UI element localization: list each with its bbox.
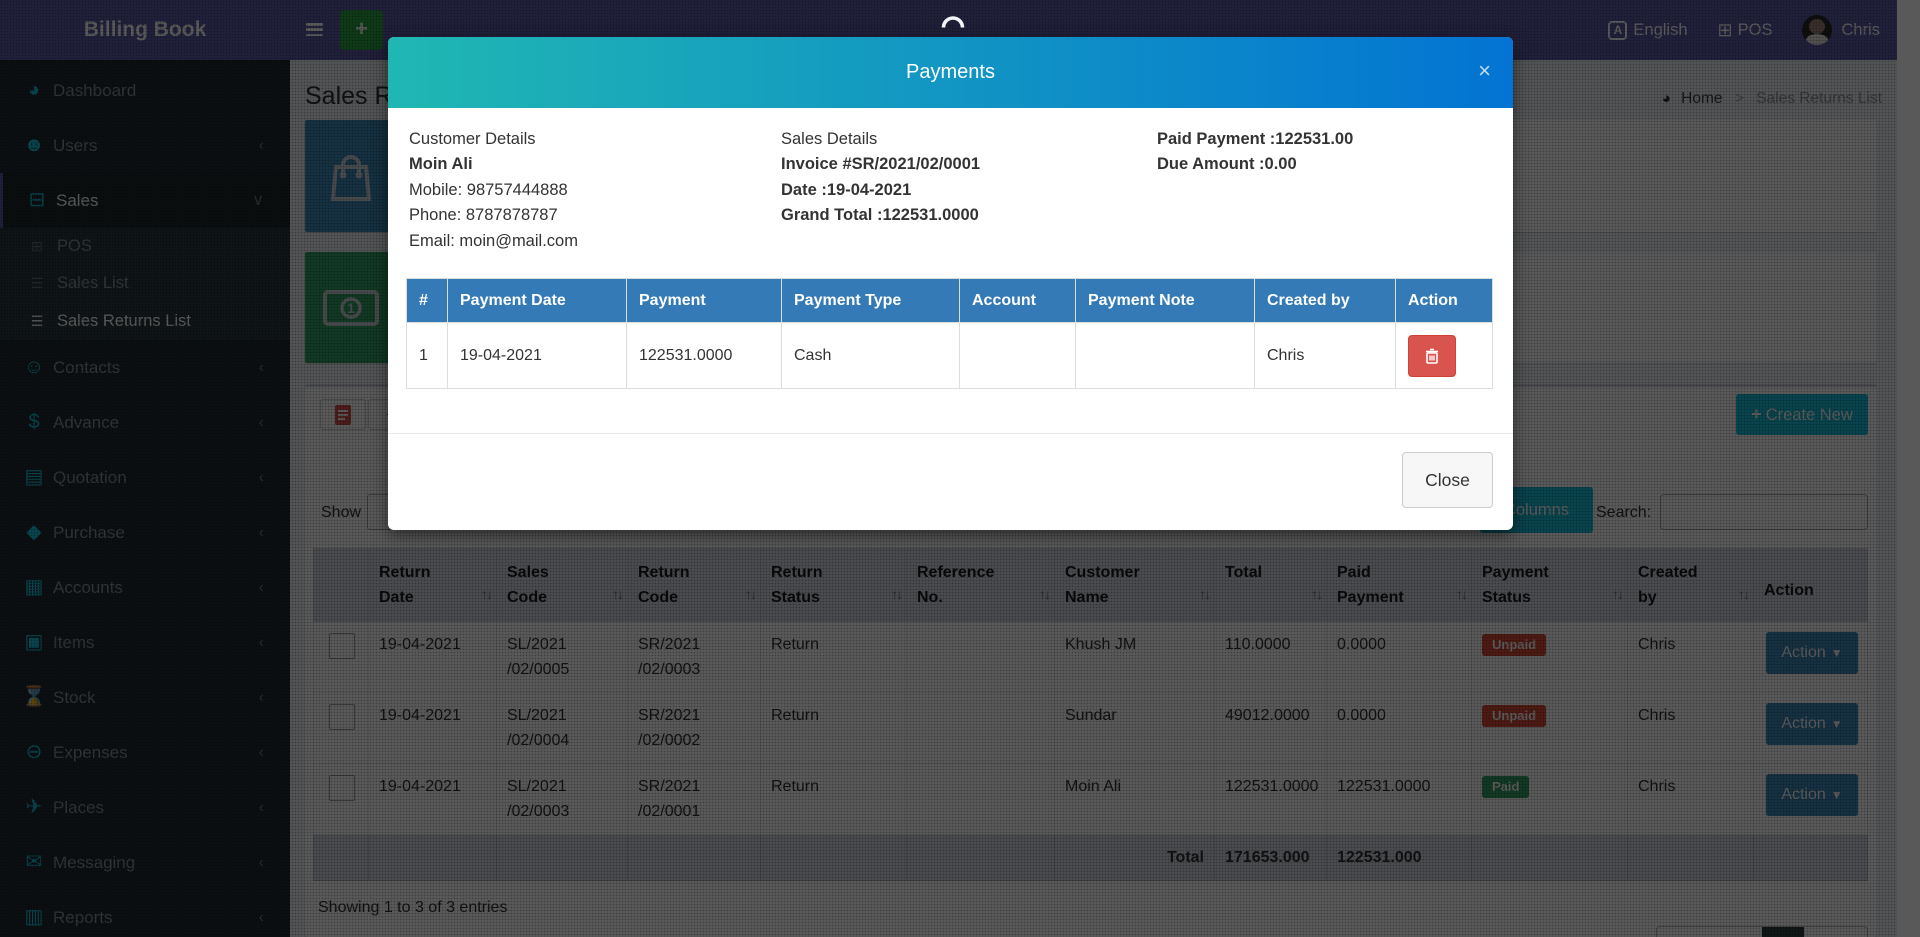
- customer-name: Moin Ali: [409, 152, 578, 177]
- customer-details: Customer Details Moin Ali Mobile: 987574…: [409, 127, 578, 254]
- modal-close-icon[interactable]: ×: [1478, 37, 1491, 105]
- payments-table: #Payment DatePaymentPayment TypeAccountP…: [406, 278, 1493, 389]
- sales-date: Date :19-04-2021: [781, 178, 980, 203]
- payment-col-account: Account: [960, 279, 1076, 323]
- payment-summary: Paid Payment :122531.00 Due Amount :0.00: [1157, 127, 1353, 178]
- modal-header: Payments ×: [388, 37, 1513, 108]
- scrollbar[interactable]: [1897, 0, 1920, 937]
- payment-col--: #: [407, 279, 448, 323]
- paid-payment: Paid Payment :122531.00: [1157, 127, 1353, 152]
- trash-icon: [1425, 348, 1439, 364]
- delete-payment-button[interactable]: [1408, 335, 1456, 377]
- customer-mobile: Mobile: 98757444888: [409, 178, 578, 203]
- sales-details: Sales Details Invoice #SR/2021/02/0001 D…: [781, 127, 980, 229]
- customer-details-heading: Customer Details: [409, 127, 578, 152]
- payment-row: 119-04-2021122531.0000CashChris: [407, 323, 1493, 389]
- due-amount: Due Amount :0.00: [1157, 152, 1353, 177]
- payment-col-payment-note: Payment Note: [1076, 279, 1255, 323]
- payment-col-created-by: Created by: [1255, 279, 1396, 323]
- modal-title: Payments: [388, 37, 1513, 108]
- payment-col-payment-date: Payment Date: [448, 279, 627, 323]
- payment-col-action: Action: [1396, 279, 1493, 323]
- app-root: Billing Book + A English ⊞ POS Chris ◕Da…: [0, 0, 1920, 937]
- payment-col-payment: Payment: [627, 279, 782, 323]
- modal-close-button[interactable]: Close: [1402, 452, 1493, 508]
- customer-phone: Phone: 8787878787: [409, 203, 578, 228]
- loading-spinner-icon: [936, 11, 970, 45]
- payments-modal: Payments × Customer Details Moin Ali Mob…: [388, 37, 1513, 530]
- customer-email: Email: moin@mail.com: [409, 229, 578, 254]
- sales-details-heading: Sales Details: [781, 127, 980, 152]
- payment-col-payment-type: Payment Type: [782, 279, 960, 323]
- sales-invoice: Invoice #SR/2021/02/0001: [781, 152, 980, 177]
- sales-grand-total: Grand Total :122531.0000: [781, 203, 980, 228]
